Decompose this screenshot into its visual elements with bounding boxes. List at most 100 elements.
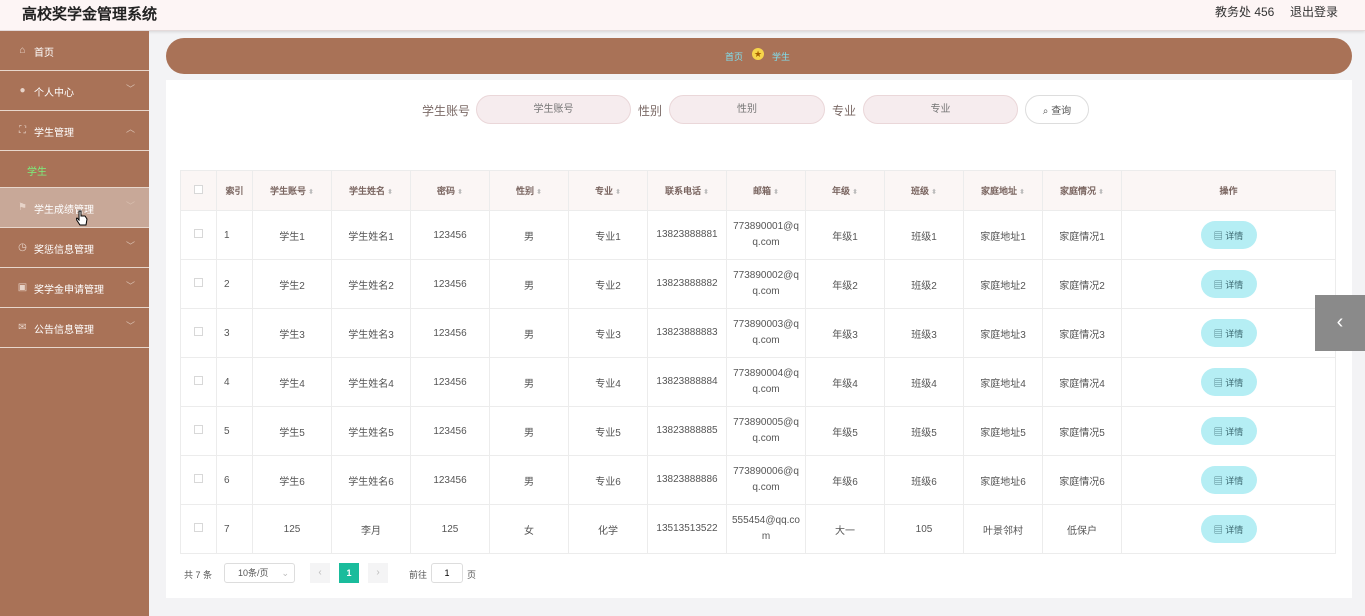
sidebar-item-home[interactable]: ⌂ 首页 (0, 31, 149, 71)
sidebar-subitem-student[interactable]: 学生 (0, 151, 149, 188)
row-checkbox[interactable] (180, 357, 217, 407)
pagination: 共 7 条 10条/页⌄ ‹ 1 › 前往 页 (184, 563, 504, 583)
cell-major: 专业5 (568, 406, 648, 456)
chevron-left-icon: ‹ (1336, 311, 1344, 333)
col-header[interactable]: 学生账号 ⬍ (252, 170, 332, 211)
sort-icon: ⬍ (457, 189, 463, 196)
cell-situation: 家庭情况6 (1042, 455, 1122, 505)
table-row: 4 学生4 学生姓名4 123456 男专业4 13823888884 773890004@… (180, 357, 1336, 407)
detail-button[interactable]: ▤ 详情 (1200, 270, 1257, 298)
sidebar-item-label: 奖惩信息管理 (34, 245, 94, 256)
cell-phone: 13823888883 (647, 308, 727, 358)
cell-grade: 大一 (805, 504, 885, 554)
sort-icon: ⬍ (308, 189, 314, 196)
table-row: 1 学生1 学生姓名1 123456 男专业1 13823888881 773890001@… (180, 210, 1336, 260)
row-checkbox[interactable] (180, 308, 217, 358)
row-checkbox[interactable] (180, 259, 217, 309)
col-header[interactable]: 性别 ⬍ (489, 170, 569, 211)
chevron-down-icon: ﹀ (126, 281, 136, 291)
col-header[interactable]: 学生姓名 ⬍ (331, 170, 411, 211)
cell-grade: 年级1 (805, 210, 885, 260)
cell-index: 3 (216, 308, 253, 358)
document-icon: ▤ (1213, 328, 1223, 339)
cell-situation: 家庭情况4 (1042, 357, 1122, 407)
detail-button[interactable]: ▤ 详情 (1200, 417, 1257, 445)
detail-button[interactable]: ▤ 详情 (1200, 515, 1257, 543)
breadcrumb: 首页 ★ 学生 (166, 38, 1352, 74)
document-icon: ▤ (1213, 279, 1223, 290)
row-checkbox[interactable] (180, 406, 217, 456)
cell-actions: ▤ 详情 (1121, 259, 1336, 309)
breadcrumb-home[interactable]: 首页 (725, 50, 743, 63)
cell-major: 专业2 (568, 259, 648, 309)
sidebar-item-profile[interactable]: ● 个人中心 ﹀ (0, 71, 149, 111)
sidebar-subitem-label: 学生 (27, 167, 47, 178)
cell-password: 123456 (410, 406, 490, 456)
breadcrumb-current: 学生 (772, 52, 791, 62)
row-checkbox[interactable] (180, 504, 217, 554)
cell-actions: ▤ 详情 (1121, 210, 1336, 260)
sidebar-item-reward-management[interactable]: ◷ 奖惩信息管理 ﹀ (0, 228, 149, 268)
document-icon: ▤ (1213, 230, 1223, 241)
sidebar-item-student-management[interactable]: ⛶ 学生管理 ︿ (0, 111, 149, 151)
sidebar-item-label: 学生管理 (34, 128, 74, 139)
detail-button[interactable]: ▤ 详情 (1200, 368, 1257, 396)
sort-icon: ⬍ (387, 189, 393, 196)
cell-class: 105 (884, 504, 964, 554)
col-header[interactable]: 家庭地址 ⬍ (963, 170, 1043, 211)
search-button[interactable]: ⌕ 查询 (1025, 95, 1089, 124)
chevron-down-icon: ﹀ (126, 321, 136, 331)
row-checkbox[interactable] (180, 210, 217, 260)
cell-password: 125 (410, 504, 490, 554)
logout-link[interactable]: 退出登录 (1290, 3, 1338, 20)
account-search-input[interactable] (476, 95, 631, 124)
cell-grade: 年级6 (805, 455, 885, 505)
collapse-panel-button[interactable]: ‹ (1315, 295, 1365, 351)
col-header[interactable]: 邮箱 ⬍ (726, 170, 806, 211)
cell-name: 学生姓名5 (331, 406, 411, 456)
cell-gender: 男 (489, 357, 569, 407)
detail-button[interactable]: ▤ 详情 (1200, 319, 1257, 347)
app-title: 高校奖学金管理系统 (22, 6, 158, 23)
detail-button[interactable]: ▤ 详情 (1200, 221, 1257, 249)
cell-account: 学生6 (252, 455, 332, 505)
goto-page-input[interactable] (431, 563, 463, 583)
cell-class: 班级1 (884, 210, 964, 260)
col-header[interactable]: 家庭情况 ⬍ (1042, 170, 1122, 211)
gender-search-input[interactable] (669, 95, 825, 124)
briefcase-icon: ▣ (17, 282, 28, 293)
user-name: 教务处 456 (1215, 5, 1275, 19)
cell-index: 7 (216, 504, 253, 554)
cell-class: 班级3 (884, 308, 964, 358)
major-search-input[interactable] (863, 95, 1018, 124)
col-header[interactable]: 密码 ⬍ (410, 170, 490, 211)
cell-phone: 13823888882 (647, 259, 727, 309)
top-header: 高校奖学金管理系统 教务处 456 退出登录 (0, 0, 1365, 31)
cell-gender: 男 (489, 308, 569, 358)
cell-class: 班级4 (884, 357, 964, 407)
select-all-checkbox[interactable] (180, 170, 217, 211)
col-header[interactable]: 联系电话 ⬍ (647, 170, 727, 211)
cell-phone: 13823888884 (647, 357, 727, 407)
table-header-row: 索引 学生账号 ⬍ 学生姓名 ⬍ 密码 ⬍ 性别 ⬍ 专业 ⬍ 联系电话 ⬍ 邮箱 ⬍ 年级 ⬍… (180, 170, 1336, 211)
sidebar-item-score-management[interactable]: ⚑ 学生成绩管理 ﹀ (0, 188, 149, 228)
col-header[interactable]: 班级 ⬍ (884, 170, 964, 211)
sidebar-item-scholarship-application[interactable]: ▣ 奖学金申请管理 ﹀ (0, 268, 149, 308)
next-page-button[interactable]: › (368, 563, 388, 583)
sidebar-item-notice-management[interactable]: ✉ 公告信息管理 ﹀ (0, 308, 149, 348)
student-table: 索引 学生账号 ⬍ 学生姓名 ⬍ 密码 ⬍ 性别 ⬍ 专业 ⬍ 联系电话 ⬍ 邮箱 ⬍ 年级 ⬍… (180, 170, 1336, 554)
col-header[interactable]: 年级 ⬍ (805, 170, 885, 211)
detail-button[interactable]: ▤ 详情 (1200, 466, 1257, 494)
prev-page-button[interactable]: ‹ (310, 563, 330, 583)
cell-situation: 家庭情况5 (1042, 406, 1122, 456)
cell-phone: 13513513522 (647, 504, 727, 554)
cell-address: 家庭地址6 (963, 455, 1043, 505)
cell-address: 家庭地址3 (963, 308, 1043, 358)
document-icon: ▤ (1213, 524, 1223, 535)
row-checkbox[interactable] (180, 455, 217, 505)
table-row: 7 125 李月 125 女化学 13513513522 555454@qq.com 大一 10… (180, 504, 1336, 554)
page-number-button[interactable]: 1 (339, 563, 359, 583)
col-header[interactable]: 专业 ⬍ (568, 170, 648, 211)
cell-actions: ▤ 详情 (1121, 308, 1336, 358)
page-size-select[interactable]: 10条/页 ⌄ (224, 563, 295, 583)
